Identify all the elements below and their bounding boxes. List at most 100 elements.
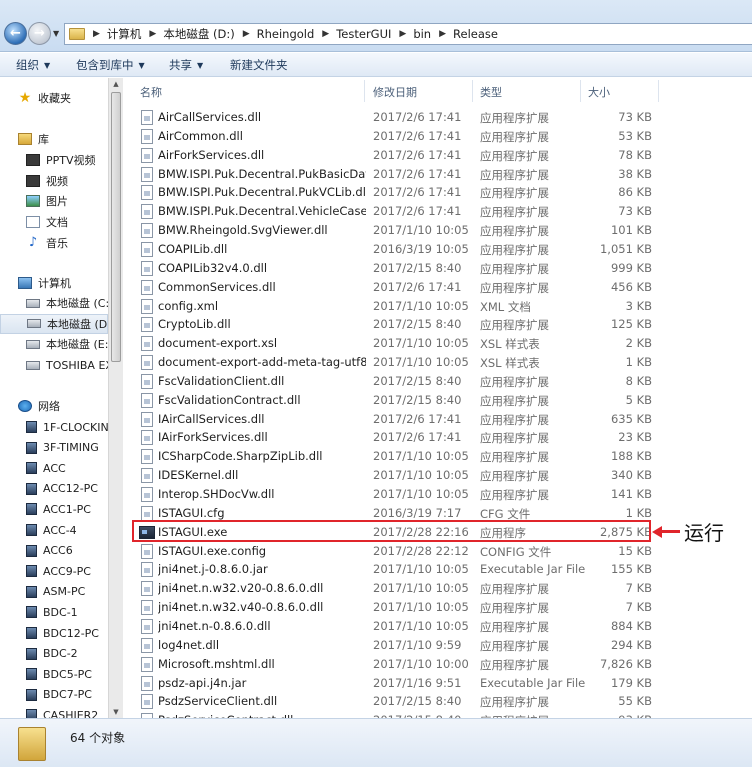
new-folder-button[interactable]: 新建文件夹 (230, 53, 288, 77)
include-in-library-menu[interactable]: 包含到库中 ▼ (76, 53, 145, 77)
navigation-scrollbar[interactable]: ▲ ▼ (108, 78, 123, 718)
column-divider[interactable] (472, 80, 473, 102)
nav-item[interactable]: ASM-PC (0, 582, 108, 602)
nav-item[interactable]: 视频 (0, 171, 108, 191)
file-row[interactable]: jni4net.n.w32.v40-0.8.6.0.dll 2017/1/10 1… (136, 598, 652, 617)
file-row[interactable]: Interop.SHDocVw.dll 2017/1/10 10:05 应用程序扩展… (136, 485, 652, 504)
file-row[interactable]: jni4net.j-0.8.6.0.jar 2017/1/10 10:05 Exec… (136, 560, 652, 579)
column-type[interactable]: 类型 (480, 84, 502, 100)
breadcrumb-separator-icon[interactable]: ▶ (149, 29, 156, 39)
file-row[interactable]: FscValidationContract.dll 2017/2/15 8:40 应… (136, 391, 652, 410)
nav-item[interactable]: BDC7-PC (0, 685, 108, 705)
nav-item[interactable]: ACC-4 (0, 520, 108, 540)
file-name: document-export.xsl (158, 336, 278, 351)
nav-item[interactable]: 本地磁盘 (E: (0, 334, 108, 354)
column-divider[interactable] (580, 80, 581, 102)
file-row[interactable]: BMW.ISPI.Puk.Decentral.PukVCLib.dll 2017/… (136, 183, 652, 202)
nav-item[interactable]: 本地磁盘 (D: (0, 313, 108, 334)
nav-item[interactable]: ♪ 音乐 (0, 233, 108, 253)
file-row[interactable]: FscValidationClient.dll 2017/2/15 8:40 应用程… (136, 372, 652, 391)
breadcrumb-separator-icon[interactable]: ▶ (93, 29, 100, 39)
file-row[interactable]: AirCallServices.dll 2017/2/6 17:41 应用程序扩展 7… (136, 108, 652, 127)
file-row[interactable]: COAPILib.dll 2016/3/19 10:05 应用程序扩展 1,051 K… (136, 240, 652, 259)
nav-item[interactable]: ACC1-PC (0, 499, 108, 519)
nav-item-label: 图片 (46, 195, 68, 209)
breadcrumb-separator-icon[interactable]: ▶ (439, 29, 446, 39)
file-row[interactable]: log4net.dll 2017/1/10 9:59 应用程序扩展 294 KB (136, 636, 652, 655)
address-box[interactable]: ▶ 计算机 ▶ 本地磁盘 (D:) ▶ Rheingold ▶ TesterGUI ▶ bin ▶ R… (64, 23, 752, 45)
breadcrumb-item[interactable]: Release (453, 27, 498, 41)
breadcrumb-item[interactable]: 本地磁盘 (D:) (163, 26, 234, 42)
nav-item[interactable]: 网络 (0, 396, 108, 416)
file-date: 2017/2/6 17:41 (373, 166, 462, 181)
nav-item[interactable]: BDC5-PC (0, 664, 108, 684)
nav-item[interactable]: 库 (0, 129, 108, 149)
nav-item[interactable]: ACC (0, 458, 108, 478)
file-size: 125 KB (610, 317, 652, 332)
nav-item[interactable]: BDC-2 (0, 644, 108, 664)
breadcrumb-separator-icon[interactable]: ▶ (399, 29, 406, 39)
breadcrumb-item[interactable]: bin (413, 27, 431, 41)
file-row[interactable]: psdz-api.j4n.jar 2017/1/16 9:51 Executable… (136, 674, 652, 693)
file-row[interactable]: BMW.Rheingold.SvgViewer.dll 2017/1/10 10:… (136, 221, 652, 240)
file-row[interactable]: ISTAGUI.exe.config 2017/2/28 22:12 CONFIG … (136, 542, 652, 561)
nav-item[interactable]: ACC9-PC (0, 561, 108, 581)
breadcrumb-item[interactable]: TesterGUI (336, 27, 391, 41)
file-row[interactable]: IAirCallServices.dll 2017/2/6 17:41 应用程序扩展… (136, 410, 652, 429)
nav-item[interactable]: ACC12-PC (0, 479, 108, 499)
column-date[interactable]: 修改日期 (373, 84, 417, 100)
file-row[interactable]: PsdzServiceClient.dll 2017/2/15 8:40 应用程序扩… (136, 692, 652, 711)
file-type: 应用程序扩展 (480, 601, 549, 616)
share-menu[interactable]: 共享 ▼ (169, 53, 203, 77)
file-icon (141, 656, 153, 672)
file-row[interactable]: CommonServices.dll 2017/2/6 17:41 应用程序扩展 45… (136, 278, 652, 297)
scroll-down-icon[interactable]: ▼ (109, 708, 123, 716)
nav-item[interactable]: 计算机 (0, 273, 108, 293)
nav-item[interactable]: 图片 (0, 191, 108, 211)
nav-item[interactable]: 文档 (0, 212, 108, 232)
breadcrumb-separator-icon[interactable]: ▶ (243, 29, 250, 39)
file-row[interactable]: PsdzServiceContract.dll2017/2/15 8:40应用程… (136, 711, 652, 718)
file-date: 2017/2/6 17:41 (373, 204, 462, 219)
nav-item[interactable]: 1F-CLOCKIN (0, 417, 108, 437)
back-button[interactable]: ← (4, 22, 27, 45)
nav-item[interactable]: TOSHIBA EX (0, 355, 108, 375)
file-row[interactable]: IAirForkServices.dll 2017/2/6 17:41 应用程序扩展… (136, 428, 652, 447)
nav-item[interactable]: CASHIER2 (0, 705, 108, 718)
organize-menu[interactable]: 组织 ▼ (16, 53, 50, 77)
nav-item[interactable]: ★ 收藏夹 (0, 88, 108, 108)
nav-item[interactable]: ACC6 (0, 541, 108, 561)
nav-item-label: BDC12-PC (43, 626, 99, 640)
file-row[interactable]: document-export.xsl 2017/1/10 10:05 XSL 样式… (136, 334, 652, 353)
file-row[interactable]: config.xml 2017/1/10 10:05 XML 文档 3 KB (136, 297, 652, 316)
file-row[interactable]: COAPILib32v4.0.dll 2017/2/15 8:40 应用程序扩展 99… (136, 259, 652, 278)
file-row[interactable]: CryptoLib.dll 2017/2/15 8:40 应用程序扩展 125 KB (136, 315, 652, 334)
file-row[interactable]: Microsoft.mshtml.dll 2017/1/10 10:00 应用程序扩… (136, 655, 652, 674)
scrollbar-thumb[interactable] (111, 92, 121, 362)
column-size[interactable]: 大小 (588, 84, 610, 100)
scroll-up-icon[interactable]: ▲ (109, 80, 123, 88)
nav-item[interactable]: BDC12-PC (0, 623, 108, 643)
file-row[interactable]: IDESKernel.dll 2017/1/10 10:05 应用程序扩展 340 K… (136, 466, 652, 485)
nav-item[interactable]: PPTV视频 (0, 150, 108, 170)
column-divider[interactable] (364, 80, 365, 102)
forward-button[interactable]: → (28, 22, 51, 45)
column-name[interactable]: 名称 (140, 84, 162, 100)
file-row[interactable]: AirForkServices.dll 2017/2/6 17:41 应用程序扩展 7… (136, 146, 652, 165)
file-row[interactable]: BMW.ISPI.Puk.Decentral.VehicleCase... 201… (136, 202, 652, 221)
nav-item[interactable]: BDC-1 (0, 602, 108, 622)
breadcrumb-item[interactable]: 计算机 (107, 26, 142, 42)
file-row[interactable]: ICSharpCode.SharpZipLib.dll 2017/1/10 10:… (136, 447, 652, 466)
file-row[interactable]: BMW.ISPI.Puk.Decentral.PukBasicDat... 201… (136, 165, 652, 184)
nav-item[interactable]: 本地磁盘 (C: (0, 293, 108, 313)
file-row[interactable]: AirCommon.dll 2017/2/6 17:41 应用程序扩展 53 KB (136, 127, 652, 146)
recent-pages-dropdown-icon[interactable]: ▼ (53, 29, 59, 38)
file-row[interactable]: jni4net.n.w32.v20-0.8.6.0.dll 2017/1/10 1… (136, 579, 652, 598)
file-row[interactable]: document-export-add-meta-tag-utf8.... 201… (136, 353, 652, 372)
breadcrumb-item[interactable]: Rheingold (257, 27, 315, 41)
file-size: 38 KB (618, 166, 652, 181)
nav-item[interactable]: 3F-TIMING (0, 438, 108, 458)
breadcrumb-separator-icon[interactable]: ▶ (322, 29, 329, 39)
file-row[interactable]: jni4net.n-0.8.6.0.dll 2017/1/10 10:05 应用程序… (136, 617, 652, 636)
column-divider[interactable] (658, 80, 659, 102)
